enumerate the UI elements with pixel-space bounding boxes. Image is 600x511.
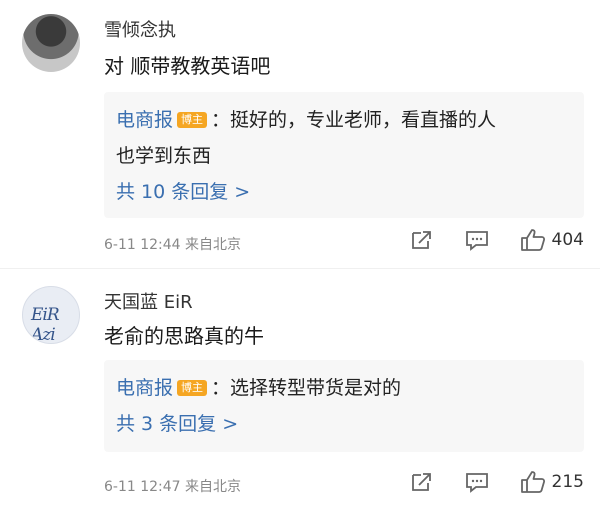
username[interactable]: 天国蓝 EiR	[104, 288, 193, 314]
comment-meta: 6-11 12:44 来自北京	[104, 237, 242, 253]
comment-icon	[465, 231, 488, 251]
reply-text-continued: 也学到东西	[116, 145, 212, 167]
reply-button[interactable]	[464, 471, 490, 493]
share-icon	[411, 231, 431, 249]
author-badge: 博主	[177, 112, 208, 128]
reply-line: 电商报 博主 ：选择转型带货是对的	[116, 370, 572, 406]
reply-username[interactable]: 电商报	[116, 109, 173, 131]
comment-text: 对 顺带教教英语吧	[104, 54, 271, 78]
avatar[interactable]: EiR Azi	[22, 286, 80, 344]
comment-text: 老俞的思路真的牛	[104, 324, 264, 348]
like-icon	[520, 229, 545, 251]
like-button[interactable]: 215	[520, 470, 584, 494]
comment-icon	[465, 473, 488, 493]
reply-button[interactable]	[464, 229, 490, 251]
like-count: 404	[551, 230, 584, 250]
view-replies-link[interactable]: 共 3 条回复 >	[116, 406, 572, 442]
like-button[interactable]: 404	[520, 228, 584, 252]
view-replies-link[interactable]: 共 10 条回复 >	[116, 174, 572, 210]
share-button[interactable]	[410, 229, 434, 251]
share-icon	[411, 473, 431, 491]
like-icon	[520, 471, 545, 493]
avatar[interactable]	[22, 14, 80, 72]
comment-item: EiR Azi 天国蓝 EiR 老俞的思路真的牛 电商报 博主 ：选择转型带货是对的…	[0, 262, 600, 511]
comment-item: 雪倾念执 对 顺带教教英语吧 电商报 博主 ：挺好的，专业老师，看直播的人 也学到东…	[0, 0, 600, 262]
reply-line: 电商报 博主 ：挺好的，专业老师，看直播的人	[116, 102, 572, 138]
author-badge: 博主	[177, 380, 208, 396]
reply-text: ：挺好的，专业老师，看直播的人	[211, 109, 497, 131]
comment-actions: 404	[380, 228, 584, 252]
reply-box[interactable]: 电商报 博主 ：选择转型带货是对的 共 3 条回复 >	[104, 360, 584, 452]
share-button[interactable]	[410, 471, 434, 493]
reply-box[interactable]: 电商报 博主 ：挺好的，专业老师，看直播的人 也学到东西 共 10 条回复 >	[104, 92, 584, 218]
comment-actions: 215	[380, 470, 584, 494]
comment-meta: 6-11 12:47 来自北京	[104, 479, 242, 495]
username[interactable]: 雪倾念执	[104, 16, 176, 42]
like-count: 215	[551, 472, 584, 492]
avatar-signature: EiR Azi	[31, 305, 60, 344]
reply-username[interactable]: 电商报	[116, 377, 173, 399]
reply-text: ：选择转型带货是对的	[211, 377, 402, 399]
